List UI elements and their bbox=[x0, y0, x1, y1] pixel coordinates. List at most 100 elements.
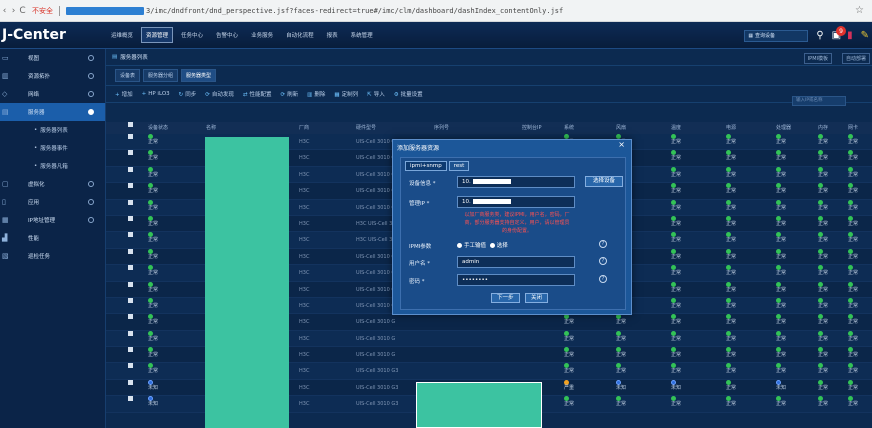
row-checkbox[interactable] bbox=[128, 297, 133, 303]
row-checkbox[interactable] bbox=[128, 248, 133, 254]
row-checkbox[interactable] bbox=[128, 314, 133, 320]
toolbar-button[interactable]: ⟳ 刷新 bbox=[281, 90, 299, 98]
sidebar-item[interactable]: ▧ 巡检任务 bbox=[0, 247, 105, 265]
select-radio[interactable] bbox=[489, 243, 495, 248]
top-nav-item[interactable]: 任务中心 bbox=[176, 27, 208, 43]
select-all-checkbox[interactable] bbox=[128, 122, 133, 127]
select-device-button[interactable]: 选择设备 bbox=[585, 176, 623, 187]
sidebar-item[interactable]: ▟ 性能 bbox=[0, 229, 105, 247]
column-header[interactable]: 风扇 bbox=[616, 122, 626, 134]
help-icon[interactable]: ? bbox=[599, 240, 607, 248]
toolbar-button[interactable]: ▥ 删除 bbox=[307, 90, 325, 98]
column-header[interactable]: 内存 bbox=[818, 122, 828, 134]
username-field[interactable]: admin bbox=[457, 256, 575, 268]
row-checkbox[interactable] bbox=[128, 134, 133, 139]
row-checkbox[interactable] bbox=[128, 199, 133, 205]
sidebar-item[interactable]: ▯ 应用 bbox=[0, 193, 105, 211]
sidebar-item[interactable]: ▢ 虚拟化 bbox=[0, 175, 105, 193]
sidebar-item[interactable]: ◇ 网络 bbox=[0, 85, 105, 103]
toolbar-button[interactable]: + HP iLO3 bbox=[142, 91, 170, 97]
column-header[interactable]: 控制台IP bbox=[522, 122, 542, 134]
column-header[interactable]: 厂商 bbox=[299, 122, 309, 134]
column-header[interactable]: 温度 bbox=[671, 122, 681, 134]
row-checkbox[interactable] bbox=[128, 330, 133, 336]
row-checkbox[interactable] bbox=[128, 166, 133, 172]
device-search[interactable]: ▦ 查询设备 bbox=[744, 29, 809, 42]
row-checkbox[interactable] bbox=[128, 215, 133, 221]
row-checkbox[interactable] bbox=[128, 150, 133, 156]
password-field[interactable]: •••••••• bbox=[457, 274, 575, 286]
back-icon[interactable]: ‹ bbox=[0, 6, 9, 16]
column-header[interactable]: 电源 bbox=[726, 122, 736, 134]
top-nav-item[interactable]: 运维概览 bbox=[106, 27, 138, 43]
alarm-icon[interactable]: ▣ 9 bbox=[832, 26, 847, 41]
expand-toggle-icon[interactable] bbox=[88, 91, 94, 97]
reload-icon[interactable]: C bbox=[18, 6, 27, 16]
expand-toggle-icon[interactable] bbox=[88, 55, 94, 61]
auto-deploy-button[interactable]: 自动部署 bbox=[841, 53, 870, 64]
close-icon[interactable]: × bbox=[618, 140, 625, 149]
top-nav-item[interactable]: 告警中心 bbox=[211, 27, 243, 43]
toolbar-button[interactable]: + 增加 bbox=[115, 90, 133, 98]
close-button[interactable]: 关闭 bbox=[525, 293, 549, 303]
top-nav-item[interactable]: 系统管理 bbox=[346, 27, 378, 43]
manual-radio[interactable] bbox=[457, 243, 462, 248]
toolbar-button[interactable]: ⇱ 导入 bbox=[367, 90, 385, 98]
tab-rest[interactable]: rest bbox=[448, 161, 470, 171]
column-header[interactable]: 系统 bbox=[564, 122, 574, 134]
bookmark-star-icon[interactable]: ☆ bbox=[855, 5, 864, 16]
toolbar-button[interactable]: ▦ 定制列 bbox=[334, 90, 358, 98]
toolbar-button[interactable]: ⚙ 批量设置 bbox=[394, 90, 423, 98]
next-button[interactable]: 下一步 bbox=[491, 293, 520, 303]
row-checkbox[interactable] bbox=[128, 265, 133, 271]
row-checkbox[interactable] bbox=[128, 347, 133, 353]
expand-toggle-icon[interactable] bbox=[88, 199, 94, 205]
column-header[interactable]: 序列号 bbox=[434, 122, 449, 134]
top-nav-item[interactable]: 业务服务 bbox=[246, 27, 278, 43]
row-checkbox[interactable] bbox=[128, 183, 133, 189]
ipmi-template-button[interactable]: IPMI模板 bbox=[803, 53, 832, 64]
row-checkbox[interactable] bbox=[128, 281, 133, 287]
toolbar-button[interactable]: ⟳ 自动发现 bbox=[205, 90, 234, 98]
top-nav-item[interactable]: 报表 bbox=[322, 27, 343, 43]
help-icon[interactable]: ? bbox=[599, 275, 607, 283]
expand-toggle-icon[interactable] bbox=[88, 73, 94, 79]
help-icon[interactable]: ? bbox=[599, 257, 607, 265]
sidebar-subitem[interactable]: 服务器凡箱 bbox=[0, 157, 105, 175]
device-info-field[interactable]: 10. bbox=[457, 176, 575, 188]
top-nav-item[interactable]: 自动化流程 bbox=[281, 27, 319, 43]
column-header[interactable]: 硬件型号 bbox=[356, 122, 376, 134]
sidebar-item[interactable]: ▤ 服务器 bbox=[0, 103, 105, 121]
table-search-input[interactable]: 输入IP或名称 bbox=[792, 96, 846, 106]
row-checkbox[interactable] bbox=[128, 379, 133, 385]
toolbar-button[interactable]: ↻ 同步 bbox=[179, 90, 197, 98]
column-header[interactable]: 设备状态 bbox=[148, 122, 168, 134]
tab-ipmi-snmp[interactable]: ipmi+snmp bbox=[405, 161, 447, 171]
tab-server-type[interactable]: 服务器类型 bbox=[181, 69, 217, 82]
row-checkbox[interactable] bbox=[128, 232, 133, 238]
sidebar-subitem[interactable]: 服务器列表 bbox=[0, 121, 105, 139]
expand-toggle-icon[interactable] bbox=[88, 181, 94, 187]
tab-device-table[interactable]: 设备表 bbox=[115, 69, 141, 82]
expand-toggle-icon[interactable] bbox=[88, 217, 94, 223]
security-warning[interactable]: 不安全 bbox=[32, 6, 53, 16]
top-nav-item[interactable]: 资源管理 bbox=[141, 27, 174, 43]
forward-icon[interactable]: › bbox=[9, 6, 18, 16]
column-header[interactable]: 名称 bbox=[206, 122, 216, 134]
expand-toggle-icon[interactable] bbox=[88, 109, 94, 115]
edit-icon[interactable]: ✎ bbox=[861, 30, 869, 41]
bookmark-icon[interactable]: ▮ bbox=[847, 30, 853, 41]
column-header[interactable]: 网卡 bbox=[848, 122, 858, 134]
row-checkbox[interactable] bbox=[128, 396, 133, 402]
url-text[interactable]: 3/imc/dndfront/dnd_perspective.jsf?faces… bbox=[146, 7, 563, 15]
tab-server-group[interactable]: 服务器分组 bbox=[143, 69, 179, 82]
sidebar-item[interactable]: ▭ 视图 bbox=[0, 49, 105, 67]
mgmt-ip-field[interactable]: 10. bbox=[457, 196, 575, 208]
toolbar-button[interactable]: ⇄ 性能配置 bbox=[243, 90, 272, 98]
row-checkbox[interactable] bbox=[128, 363, 133, 369]
search-icon[interactable]: ⚲ bbox=[816, 30, 823, 41]
sidebar-item[interactable]: ▦ IP地址管理 bbox=[0, 211, 105, 229]
sidebar-subitem[interactable]: 服务器事件 bbox=[0, 139, 105, 157]
sidebar-item[interactable]: ▥ 资源拓扑 bbox=[0, 67, 105, 85]
column-header[interactable]: 处理器 bbox=[776, 122, 791, 134]
